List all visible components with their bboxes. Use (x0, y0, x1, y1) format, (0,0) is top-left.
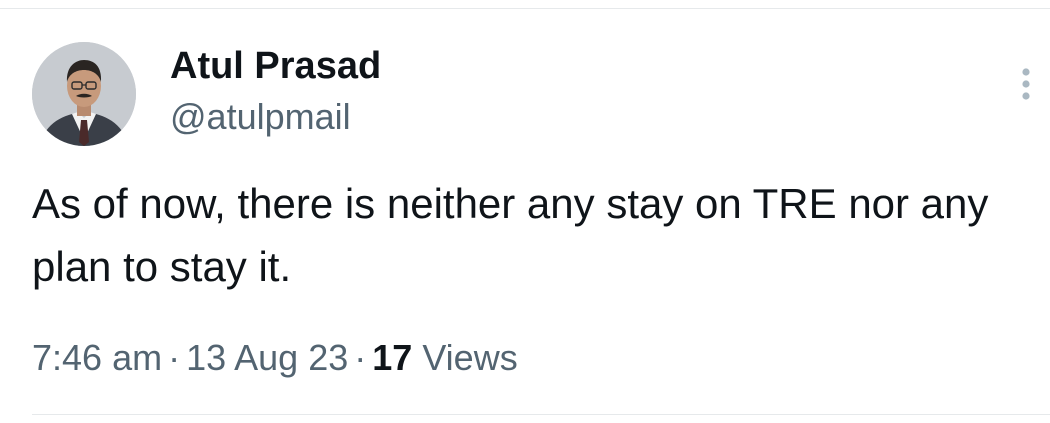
user-name[interactable]: Atul Prasad (170, 42, 381, 90)
tweet-card: Atul Prasad @atulpmail As of now, there … (0, 0, 1050, 423)
tweet-text: As of now, there is neither any stay on … (32, 180, 989, 290)
tweet-time[interactable]: 7:46 am (32, 337, 162, 378)
user-handle[interactable]: @atulpmail (170, 94, 351, 140)
avatar[interactable] (32, 42, 136, 146)
views-label[interactable]: Views (422, 337, 517, 378)
user-avatar-photo-icon (32, 42, 136, 146)
tweet-date[interactable]: 13 Aug 23 (186, 337, 348, 378)
more-vertical-icon (1022, 68, 1030, 100)
meta-separator: · (354, 337, 367, 378)
bottom-divider (32, 414, 1050, 415)
views-count[interactable]: 17 (372, 337, 412, 378)
more-options-button[interactable] (1008, 60, 1044, 108)
tweet-meta: 7:46 am · 13 Aug 23 · 17 Views (32, 335, 518, 381)
meta-separator: · (168, 337, 181, 378)
